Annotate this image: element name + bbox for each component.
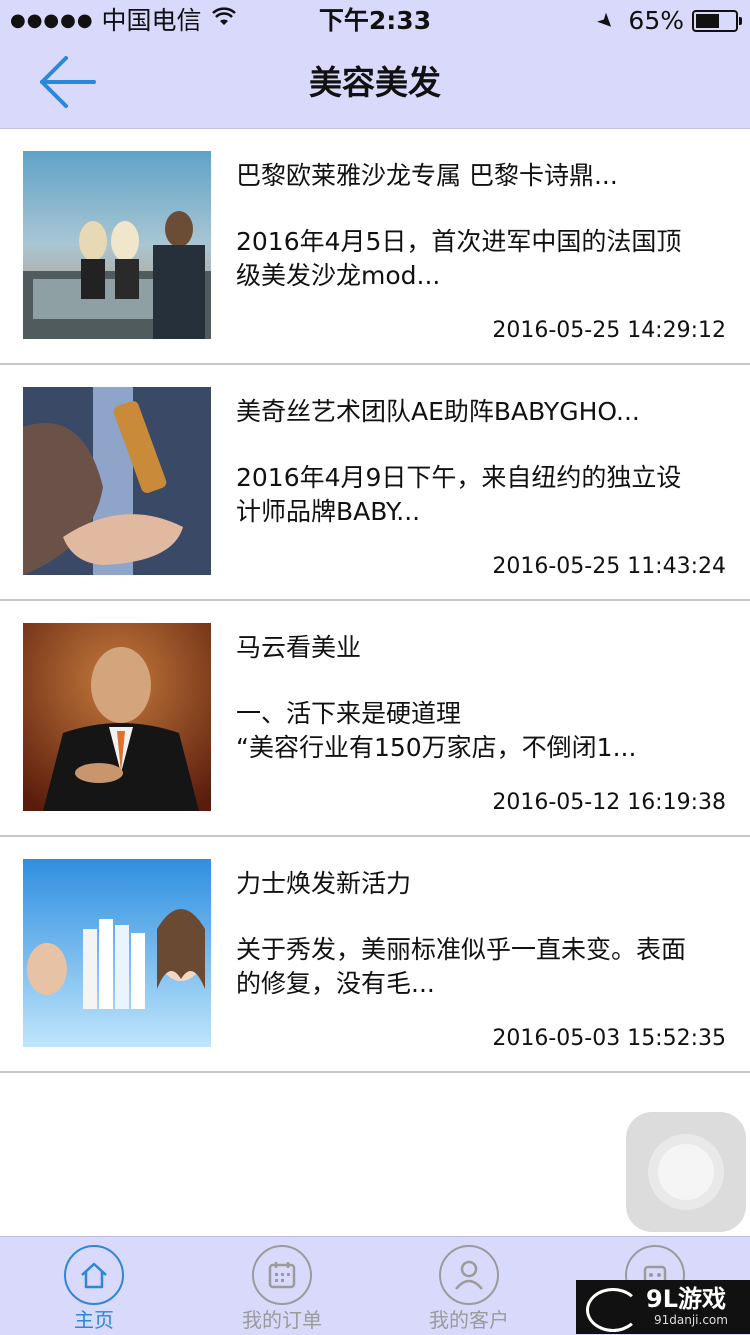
article-title: 马云看美业: [236, 633, 362, 662]
article-title: 巴黎欧莱雅沙龙专属 巴黎卡诗鼎...: [236, 161, 618, 190]
article-item[interactable]: 力士焕发新活力 关于秀发，美丽标准似乎一直未变。表面的修复，没有毛... 201…: [0, 837, 750, 1073]
article-item[interactable]: 美奇丝艺术团队AE助阵BABYGHO... 2016年4月9日下午，来自纽约的独…: [0, 365, 750, 601]
article-date: 2016-05-25 14:29:12: [492, 318, 726, 343]
article-list: 巴黎欧莱雅沙龙专属 巴黎卡诗鼎... 2016年4月5日，首次进军中国的法国顶级…: [0, 129, 750, 1073]
article-thumbnail: [23, 859, 211, 1047]
article-thumbnail: [23, 151, 211, 339]
battery-percent: 65%: [628, 6, 684, 35]
tab-customers[interactable]: 我的客户: [394, 1237, 544, 1335]
tab-home[interactable]: 主页: [19, 1237, 169, 1335]
article-thumbnail: [23, 623, 211, 811]
battery-icon: [692, 10, 742, 32]
calendar-icon: [268, 1262, 296, 1289]
status-right: ➤ 65%: [592, 6, 742, 36]
article-summary: 关于秀发，美丽标准似乎一直未变。表面的修复，没有毛...: [236, 935, 687, 998]
watermark-brand: 9L游戏: [646, 1285, 726, 1313]
article-title: 力士焕发新活力: [236, 869, 412, 898]
tab-label: 主页: [74, 1308, 114, 1332]
page-title: 美容美发: [309, 63, 441, 102]
article-summary: 一、活下来是硬道理 “美容行业有150万家店，不倒闭1...: [236, 699, 637, 762]
tab-label: 我的订单: [242, 1308, 322, 1332]
assistive-touch-button[interactable]: [626, 1112, 746, 1232]
tab-orders[interactable]: 我的订单: [207, 1237, 357, 1335]
article-item[interactable]: 巴黎欧莱雅沙龙专属 巴黎卡诗鼎... 2016年4月5日，首次进军中国的法国顶级…: [0, 129, 750, 365]
person-icon: [455, 1260, 483, 1290]
navigation-bar: ●●●●● 中国电信 下午2:33 ➤ 65% 美容美发: [0, 0, 750, 129]
article-thumbnail: [23, 387, 211, 575]
article-date: 2016-05-12 16:19:38: [492, 790, 726, 815]
article-date: 2016-05-03 15:52:35: [492, 1026, 726, 1051]
watermark-icon: [586, 1288, 640, 1332]
article-item[interactable]: 马云看美业 一、活下来是硬道理 “美容行业有150万家店，不倒闭1... 201…: [0, 601, 750, 837]
article-summary: 2016年4月9日下午，来自纽约的独立设计师品牌BABY...: [236, 463, 682, 526]
article-summary: 2016年4月5日，首次进军中国的法国顶级美发沙龙mod...: [236, 227, 682, 290]
watermark-logo: 9L游戏 91danji.com: [576, 1280, 750, 1334]
article-title: 美奇丝艺术团队AE助阵BABYGHO...: [236, 397, 640, 426]
tab-label: 我的客户: [429, 1308, 509, 1332]
article-date: 2016-05-25 11:43:24: [492, 554, 726, 579]
home-icon: [81, 1262, 107, 1289]
watermark-url: 91danji.com: [654, 1313, 728, 1327]
status-bar: ●●●●● 中国电信 下午2:33 ➤ 65%: [0, 0, 750, 40]
